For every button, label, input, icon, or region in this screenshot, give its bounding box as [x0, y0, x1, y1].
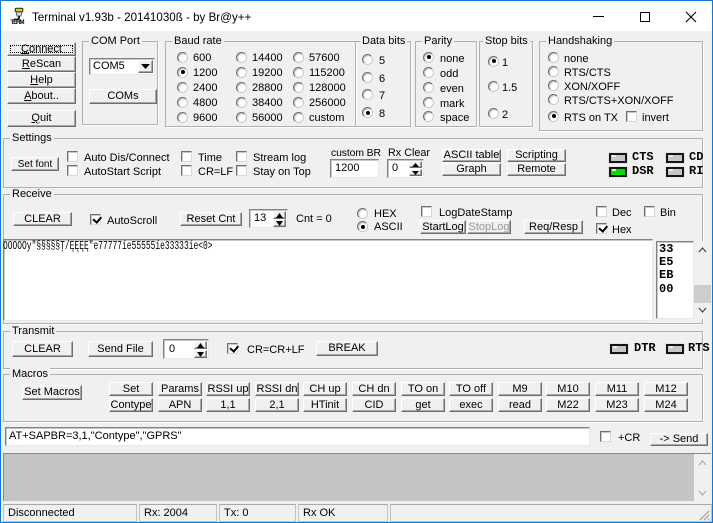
svg-text:TERM: TERM [11, 20, 25, 25]
